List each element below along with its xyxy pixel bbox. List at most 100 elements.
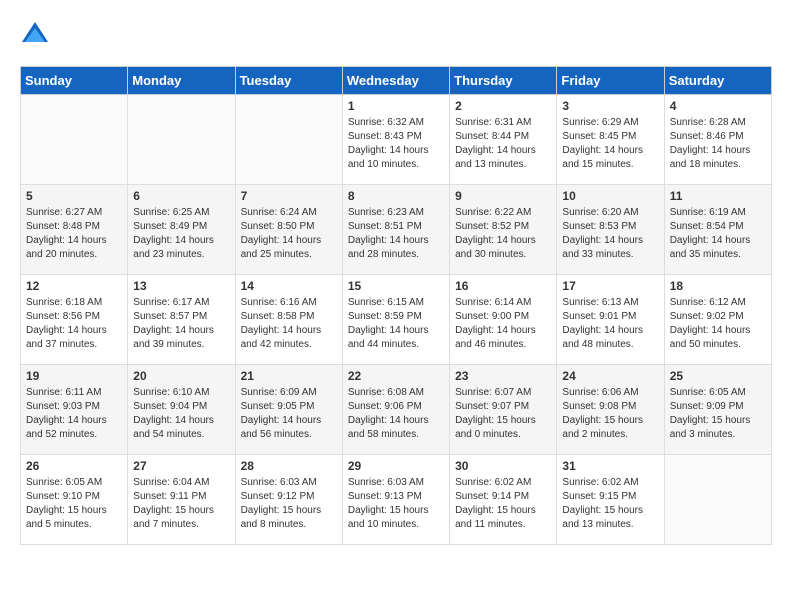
day-cell: 17Sunrise: 6:13 AM Sunset: 9:01 PM Dayli… [557, 275, 664, 365]
day-number: 20 [133, 369, 229, 383]
header-wednesday: Wednesday [342, 67, 449, 95]
day-number: 24 [562, 369, 658, 383]
day-number: 3 [562, 99, 658, 113]
day-cell: 9 Sunrise: 6:22 AM Sunset: 8:52 PM Daylig… [450, 185, 557, 275]
day-number: 30 [455, 459, 551, 473]
day-number: 13 [133, 279, 229, 293]
day-cell: 19Sunrise: 6:11 AM Sunset: 9:03 PM Dayli… [21, 365, 128, 455]
day-content: Sunrise: 6:14 AM Sunset: 9:00 PM Dayligh… [455, 296, 551, 352]
day-cell: 4 Sunrise: 6:28 AM Sunset: 8:46 PM Daylig… [664, 95, 771, 185]
day-content: Sunrise: 6:23 AM Sunset: 8:51 PM Dayligh… [348, 206, 444, 262]
day-number: 6 [133, 189, 229, 203]
day-content: Sunrise: 6:02 AM Sunset: 9:14 PM Dayligh… [455, 476, 551, 532]
day-content: Sunrise: 6:20 AM Sunset: 8:53 PM Dayligh… [562, 206, 658, 262]
day-content: Sunrise: 6:29 AM Sunset: 8:45 PM Dayligh… [562, 116, 658, 172]
day-cell: 22Sunrise: 6:08 AM Sunset: 9:06 PM Dayli… [342, 365, 449, 455]
day-content: Sunrise: 6:10 AM Sunset: 9:04 PM Dayligh… [133, 386, 229, 442]
day-cell: 24 Sunrise: 6:06 AM Sunset: 9:08 PM Dayli… [557, 365, 664, 455]
day-content: Sunrise: 6:07 AM Sunset: 9:07 PM Dayligh… [455, 386, 551, 442]
day-cell: 20 Sunrise: 6:10 AM Sunset: 9:04 PM Dayli… [128, 365, 235, 455]
day-cell: 10Sunrise: 6:20 AM Sunset: 8:53 PM Dayli… [557, 185, 664, 275]
day-content: Sunrise: 6:15 AM Sunset: 8:59 PM Dayligh… [348, 296, 444, 352]
logo-icon [20, 20, 50, 50]
day-content: Sunrise: 6:05 AM Sunset: 9:09 PM Dayligh… [670, 386, 766, 442]
day-cell: 8 Sunrise: 6:23 AM Sunset: 8:51 PM Daylig… [342, 185, 449, 275]
day-cell: 6 Sunrise: 6:25 AM Sunset: 8:49 PM Daylig… [128, 185, 235, 275]
day-content: Sunrise: 6:31 AM Sunset: 8:44 PM Dayligh… [455, 116, 551, 172]
header-sunday: Sunday [21, 67, 128, 95]
day-number: 15 [348, 279, 444, 293]
day-cell: 26 Sunrise: 6:05 AM Sunset: 9:10 PM Dayli… [21, 455, 128, 545]
day-number: 31 [562, 459, 658, 473]
day-number: 5 [26, 189, 122, 203]
day-cell: 15 Sunrise: 6:15 AM Sunset: 8:59 PM Dayli… [342, 275, 449, 365]
week-row-3: 12Sunrise: 6:18 AM Sunset: 8:56 PM Dayli… [21, 275, 772, 365]
day-cell: 7 Sunrise: 6:24 AM Sunset: 8:50 PM Daylig… [235, 185, 342, 275]
day-number: 23 [455, 369, 551, 383]
day-number: 8 [348, 189, 444, 203]
day-cell [664, 455, 771, 545]
week-row-5: 26 Sunrise: 6:05 AM Sunset: 9:10 PM Dayli… [21, 455, 772, 545]
header-row: SundayMondayTuesdayWednesdayThursdayFrid… [21, 67, 772, 95]
day-number: 7 [241, 189, 337, 203]
day-cell: 28Sunrise: 6:03 AM Sunset: 9:12 PM Dayli… [235, 455, 342, 545]
day-number: 4 [670, 99, 766, 113]
day-number: 17 [562, 279, 658, 293]
day-content: Sunrise: 6:24 AM Sunset: 8:50 PM Dayligh… [241, 206, 337, 262]
day-cell: 31 Sunrise: 6:02 AM Sunset: 9:15 PM Dayli… [557, 455, 664, 545]
day-number: 26 [26, 459, 122, 473]
day-cell: 29 Sunrise: 6:03 AM Sunset: 9:13 PM Dayli… [342, 455, 449, 545]
day-number: 11 [670, 189, 766, 203]
header-monday: Monday [128, 67, 235, 95]
day-content: Sunrise: 6:18 AM Sunset: 8:56 PM Dayligh… [26, 296, 122, 352]
day-cell [21, 95, 128, 185]
day-number: 18 [670, 279, 766, 293]
day-cell: 16 Sunrise: 6:14 AM Sunset: 9:00 PM Dayli… [450, 275, 557, 365]
day-number: 1 [348, 99, 444, 113]
day-cell: 1 Sunrise: 6:32 AM Sunset: 8:43 PM Daylig… [342, 95, 449, 185]
day-number: 21 [241, 369, 337, 383]
day-content: Sunrise: 6:03 AM Sunset: 9:13 PM Dayligh… [348, 476, 444, 532]
day-cell [235, 95, 342, 185]
day-number: 2 [455, 99, 551, 113]
day-cell: 5 Sunrise: 6:27 AM Sunset: 8:48 PM Daylig… [21, 185, 128, 275]
calendar-table: SundayMondayTuesdayWednesdayThursdayFrid… [20, 66, 772, 545]
day-cell: 12Sunrise: 6:18 AM Sunset: 8:56 PM Dayli… [21, 275, 128, 365]
day-content: Sunrise: 6:28 AM Sunset: 8:46 PM Dayligh… [670, 116, 766, 172]
header-saturday: Saturday [664, 67, 771, 95]
day-cell: 23 Sunrise: 6:07 AM Sunset: 9:07 PM Dayli… [450, 365, 557, 455]
week-row-4: 19Sunrise: 6:11 AM Sunset: 9:03 PM Dayli… [21, 365, 772, 455]
logo [20, 20, 54, 50]
header-friday: Friday [557, 67, 664, 95]
page-header [20, 20, 772, 50]
day-content: Sunrise: 6:12 AM Sunset: 9:02 PM Dayligh… [670, 296, 766, 352]
week-row-2: 5 Sunrise: 6:27 AM Sunset: 8:48 PM Daylig… [21, 185, 772, 275]
day-cell: 3 Sunrise: 6:29 AM Sunset: 8:45 PM Daylig… [557, 95, 664, 185]
day-content: Sunrise: 6:32 AM Sunset: 8:43 PM Dayligh… [348, 116, 444, 172]
day-content: Sunrise: 6:22 AM Sunset: 8:52 PM Dayligh… [455, 206, 551, 262]
day-number: 27 [133, 459, 229, 473]
day-number: 16 [455, 279, 551, 293]
day-number: 19 [26, 369, 122, 383]
day-cell: 14Sunrise: 6:16 AM Sunset: 8:58 PM Dayli… [235, 275, 342, 365]
day-cell: 11 Sunrise: 6:19 AM Sunset: 8:54 PM Dayli… [664, 185, 771, 275]
calendar-header: SundayMondayTuesdayWednesdayThursdayFrid… [21, 67, 772, 95]
day-content: Sunrise: 6:19 AM Sunset: 8:54 PM Dayligh… [670, 206, 766, 262]
day-number: 29 [348, 459, 444, 473]
day-content: Sunrise: 6:04 AM Sunset: 9:11 PM Dayligh… [133, 476, 229, 532]
day-number: 28 [241, 459, 337, 473]
day-cell: 18 Sunrise: 6:12 AM Sunset: 9:02 PM Dayli… [664, 275, 771, 365]
day-cell [128, 95, 235, 185]
day-number: 25 [670, 369, 766, 383]
day-content: Sunrise: 6:06 AM Sunset: 9:08 PM Dayligh… [562, 386, 658, 442]
day-content: Sunrise: 6:27 AM Sunset: 8:48 PM Dayligh… [26, 206, 122, 262]
day-cell: 30 Sunrise: 6:02 AM Sunset: 9:14 PM Dayli… [450, 455, 557, 545]
day-content: Sunrise: 6:25 AM Sunset: 8:49 PM Dayligh… [133, 206, 229, 262]
day-number: 9 [455, 189, 551, 203]
day-content: Sunrise: 6:08 AM Sunset: 9:06 PM Dayligh… [348, 386, 444, 442]
week-row-1: 1 Sunrise: 6:32 AM Sunset: 8:43 PM Daylig… [21, 95, 772, 185]
header-tuesday: Tuesday [235, 67, 342, 95]
day-content: Sunrise: 6:02 AM Sunset: 9:15 PM Dayligh… [562, 476, 658, 532]
day-cell: 13Sunrise: 6:17 AM Sunset: 8:57 PM Dayli… [128, 275, 235, 365]
day-content: Sunrise: 6:05 AM Sunset: 9:10 PM Dayligh… [26, 476, 122, 532]
